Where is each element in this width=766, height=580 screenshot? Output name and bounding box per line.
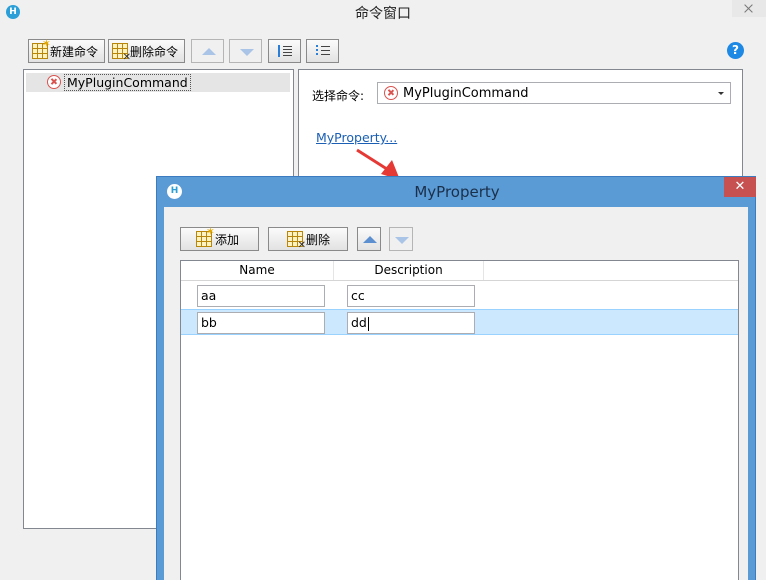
chevron-down-icon (718, 92, 724, 95)
outdent-button[interactable] (306, 39, 339, 63)
grid-header: Name Description (181, 261, 738, 281)
my-property-link[interactable]: MyProperty... (316, 130, 397, 145)
add-grid-icon (196, 225, 215, 247)
column-header-name[interactable]: Name (181, 261, 334, 280)
delete-grid-icon (112, 43, 131, 63)
move-up-button[interactable] (357, 227, 381, 251)
help-icon[interactable]: ? (727, 42, 744, 59)
property-grid[interactable]: Name Description aa cc bb dd (180, 260, 739, 580)
description-cell[interactable]: dd (347, 312, 475, 334)
name-cell[interactable]: aa (197, 285, 325, 307)
dialog-close-button[interactable]: ✕ (724, 177, 756, 197)
new-grid-icon (32, 37, 51, 59)
error-icon (384, 86, 398, 100)
delete-command-button[interactable]: 删除命令 (108, 39, 185, 63)
add-label: 添加 (215, 232, 240, 247)
dialog-body: 添加 删除 Name Description aa cc bb dd (164, 207, 748, 580)
description-cell-text: dd (351, 315, 367, 330)
arrow-down-icon (240, 49, 254, 56)
table-row[interactable]: aa cc (181, 283, 738, 309)
error-icon (47, 75, 61, 89)
delete-grid-icon (287, 231, 306, 251)
column-header-description[interactable]: Description (334, 261, 484, 280)
command-properties-panel: 选择命令: MyPluginCommand MyProperty... (298, 69, 743, 189)
indent-button[interactable] (268, 39, 301, 63)
move-down-button[interactable] (389, 227, 413, 251)
description-cell[interactable]: cc (347, 285, 475, 307)
my-property-dialog: H MyProperty ✕ 添加 删除 Name Description aa… (156, 176, 756, 580)
move-up-button[interactable] (191, 39, 224, 63)
tree-item[interactable]: MyPluginCommand (26, 73, 290, 92)
command-select[interactable]: MyPluginCommand (377, 82, 731, 104)
name-cell[interactable]: bb (197, 312, 325, 334)
main-close-button[interactable] (732, 0, 766, 17)
bullet-list-icon (316, 45, 330, 57)
add-button[interactable]: 添加 (180, 225, 259, 251)
main-window-title: 命令窗口 (355, 6, 411, 22)
command-select-value: MyPluginCommand (403, 86, 529, 101)
main-titlebar[interactable]: H 命令窗口 (0, 0, 766, 24)
move-down-button[interactable] (229, 39, 262, 63)
dialog-title: MyProperty (414, 183, 500, 201)
arrow-up-icon (202, 48, 216, 55)
table-row[interactable]: bb dd (181, 309, 738, 335)
delete-label: 删除 (306, 232, 331, 247)
delete-command-label: 删除命令 (130, 44, 179, 59)
arrow-up-icon (363, 236, 377, 243)
arrow-down-icon (395, 237, 409, 244)
indent-list-icon (278, 45, 292, 57)
new-command-label: 新建命令 (50, 44, 99, 59)
select-command-label: 选择命令: (312, 89, 365, 103)
text-caret (367, 316, 369, 331)
new-command-button[interactable]: 新建命令 (28, 37, 105, 63)
tree-item-label: MyPluginCommand (64, 74, 191, 91)
delete-button[interactable]: 删除 (268, 227, 348, 251)
